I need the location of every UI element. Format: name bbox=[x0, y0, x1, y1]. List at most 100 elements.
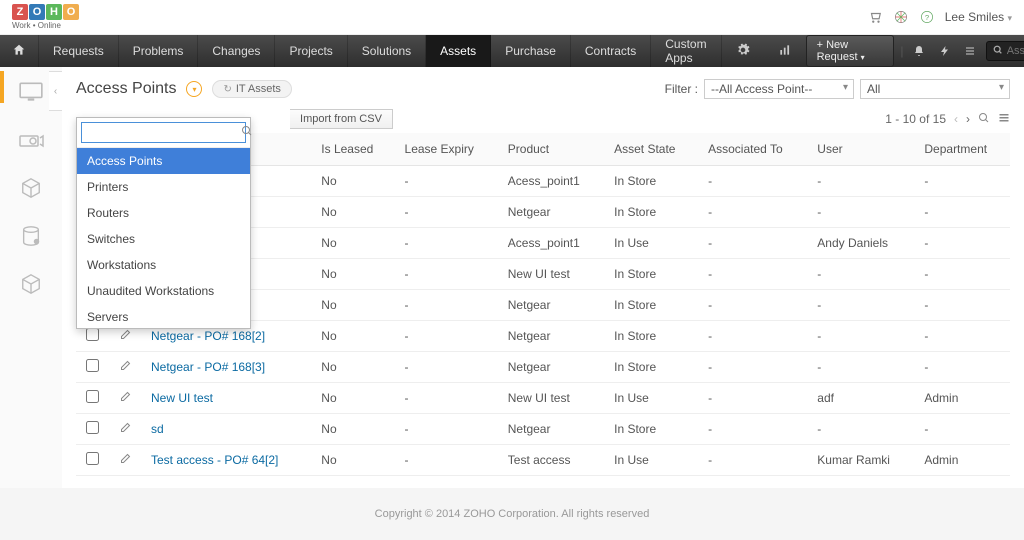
asset-type-dropdown: Access PointsPrintersRoutersSwitchesWork… bbox=[76, 117, 251, 329]
cell-assoc: - bbox=[698, 445, 807, 476]
sidebar-item-projector[interactable] bbox=[11, 125, 51, 155]
nav-item-solutions[interactable]: Solutions bbox=[348, 35, 426, 67]
chevron-down-icon: ▾ bbox=[192, 85, 196, 94]
search-icon[interactable] bbox=[241, 125, 253, 140]
dropdown-item[interactable]: Servers bbox=[77, 304, 250, 328]
cell-user: - bbox=[807, 352, 914, 383]
cell-assoc: - bbox=[698, 290, 807, 321]
row-checkbox[interactable] bbox=[86, 421, 99, 434]
dropdown-item[interactable]: Unaudited Workstations bbox=[77, 278, 250, 304]
context-pill[interactable]: ↻ IT Assets bbox=[212, 80, 291, 98]
nav-extra[interactable] bbox=[764, 35, 806, 67]
filter-select-2-value: All bbox=[867, 82, 880, 96]
nav-home[interactable] bbox=[0, 35, 39, 67]
svg-text:?: ? bbox=[925, 13, 929, 22]
cell-user: Andy Daniels bbox=[807, 228, 914, 259]
edit-icon[interactable] bbox=[119, 453, 131, 468]
col-is-leased[interactable]: Is Leased bbox=[311, 133, 394, 166]
settings-icon[interactable] bbox=[998, 112, 1010, 127]
cell-user: Kumar Ramki bbox=[807, 445, 914, 476]
cell-expiry: - bbox=[395, 445, 498, 476]
logo-letter: O bbox=[29, 4, 45, 20]
title-dropdown-toggle[interactable]: ▾ bbox=[186, 81, 202, 97]
nav-item-changes[interactable]: Changes bbox=[198, 35, 275, 67]
import-csv-btn[interactable]: Import from CSV bbox=[290, 109, 393, 129]
filter-select-1-value: --All Access Point-- bbox=[711, 82, 812, 96]
cell-leased: No bbox=[311, 321, 394, 352]
help-icon[interactable]: ? bbox=[919, 9, 935, 25]
cell-expiry: - bbox=[395, 259, 498, 290]
chevron-down-icon: ▾ bbox=[861, 53, 865, 62]
cell-name[interactable]: sd bbox=[141, 414, 311, 445]
cell-name[interactable]: New UI test bbox=[141, 383, 311, 414]
edit-icon[interactable] bbox=[119, 422, 131, 437]
bell-icon[interactable] bbox=[909, 41, 928, 61]
topbar: ZOHO Work • Online ? Lee Smiles ▾ bbox=[0, 0, 1024, 35]
user-menu[interactable]: Lee Smiles ▾ bbox=[945, 10, 1012, 24]
nav-search-input[interactable] bbox=[1007, 45, 1024, 57]
col-asset-state[interactable]: Asset State bbox=[604, 133, 698, 166]
cell-dept: - bbox=[914, 290, 1010, 321]
cell-state: In Use bbox=[604, 228, 698, 259]
col-user[interactable]: User bbox=[807, 133, 914, 166]
sidebar-collapse[interactable]: ‹ bbox=[49, 71, 63, 111]
row-checkbox[interactable] bbox=[86, 359, 99, 372]
cell-dept: Admin bbox=[914, 383, 1010, 414]
cell-assoc: - bbox=[698, 197, 807, 228]
cell-expiry: - bbox=[395, 197, 498, 228]
workspace: ‹ Access Points ▾ ↻ IT Assets bbox=[0, 67, 1024, 488]
list-icon[interactable] bbox=[960, 41, 979, 61]
logo[interactable]: ZOHO Work • Online bbox=[12, 4, 79, 30]
cell-name[interactable]: Netgear - PO# 168[3] bbox=[141, 352, 311, 383]
dropdown-item[interactable]: Workstations bbox=[77, 252, 250, 278]
dropdown-search-input[interactable] bbox=[86, 126, 241, 140]
nav-item-projects[interactable]: Projects bbox=[275, 35, 347, 67]
sidebar-item-cube[interactable] bbox=[11, 173, 51, 203]
nav-item-custom-apps[interactable]: Custom Apps bbox=[651, 35, 721, 67]
dropdown-item[interactable]: Switches bbox=[77, 226, 250, 252]
apps-icon[interactable] bbox=[893, 9, 909, 25]
bolt-icon[interactable] bbox=[935, 41, 954, 61]
dropdown-item[interactable]: Access Points bbox=[77, 148, 250, 174]
filter-select-2[interactable]: All bbox=[860, 79, 1010, 99]
cell-product: Netgear bbox=[498, 352, 604, 383]
logo-letter: Z bbox=[12, 4, 28, 20]
nav-item-assets[interactable]: Assets bbox=[426, 35, 491, 67]
new-request-btn[interactable]: + New Request ▾ bbox=[806, 35, 895, 67]
cell-name[interactable]: Test access - PO# 64[2] bbox=[141, 445, 311, 476]
edit-icon[interactable] bbox=[119, 391, 131, 406]
refresh-icon: ↻ bbox=[223, 84, 231, 95]
next-page[interactable]: › bbox=[966, 112, 970, 126]
row-checkbox[interactable] bbox=[86, 452, 99, 465]
cell-dept: - bbox=[914, 166, 1010, 197]
cell-dept: - bbox=[914, 321, 1010, 352]
refresh-icon[interactable] bbox=[978, 112, 990, 127]
cell-user: - bbox=[807, 197, 914, 228]
nav-item-contracts[interactable]: Contracts bbox=[571, 35, 651, 67]
nav-item-purchase[interactable]: Purchase bbox=[491, 35, 571, 67]
sidebar-item-monitor[interactable] bbox=[11, 77, 51, 107]
row-checkbox[interactable] bbox=[86, 390, 99, 403]
cell-assoc: - bbox=[698, 352, 807, 383]
gear-icon bbox=[736, 43, 750, 60]
nav-item-requests[interactable]: Requests bbox=[39, 35, 119, 67]
cart-icon[interactable] bbox=[867, 9, 883, 25]
dropdown-item[interactable]: Routers bbox=[77, 200, 250, 226]
prev-page[interactable]: ‹ bbox=[954, 112, 958, 126]
nav-search[interactable] bbox=[986, 41, 1024, 61]
dropdown-item[interactable]: Printers bbox=[77, 174, 250, 200]
cell-assoc: - bbox=[698, 228, 807, 259]
nav-gear[interactable] bbox=[722, 35, 764, 67]
sidebar-item-db[interactable] bbox=[11, 221, 51, 251]
col-associated-to[interactable]: Associated To bbox=[698, 133, 807, 166]
edit-icon[interactable] bbox=[119, 360, 131, 375]
filter-select-1[interactable]: --All Access Point-- bbox=[704, 79, 854, 99]
chart-icon bbox=[778, 43, 792, 60]
edit-icon[interactable] bbox=[119, 329, 131, 344]
col-department[interactable]: Department bbox=[914, 133, 1010, 166]
col-lease-expiry[interactable]: Lease Expiry bbox=[395, 133, 498, 166]
col-product[interactable]: Product bbox=[498, 133, 604, 166]
sidebar-item-cube2[interactable] bbox=[11, 269, 51, 299]
nav-item-problems[interactable]: Problems bbox=[119, 35, 199, 67]
row-checkbox[interactable] bbox=[86, 328, 99, 341]
